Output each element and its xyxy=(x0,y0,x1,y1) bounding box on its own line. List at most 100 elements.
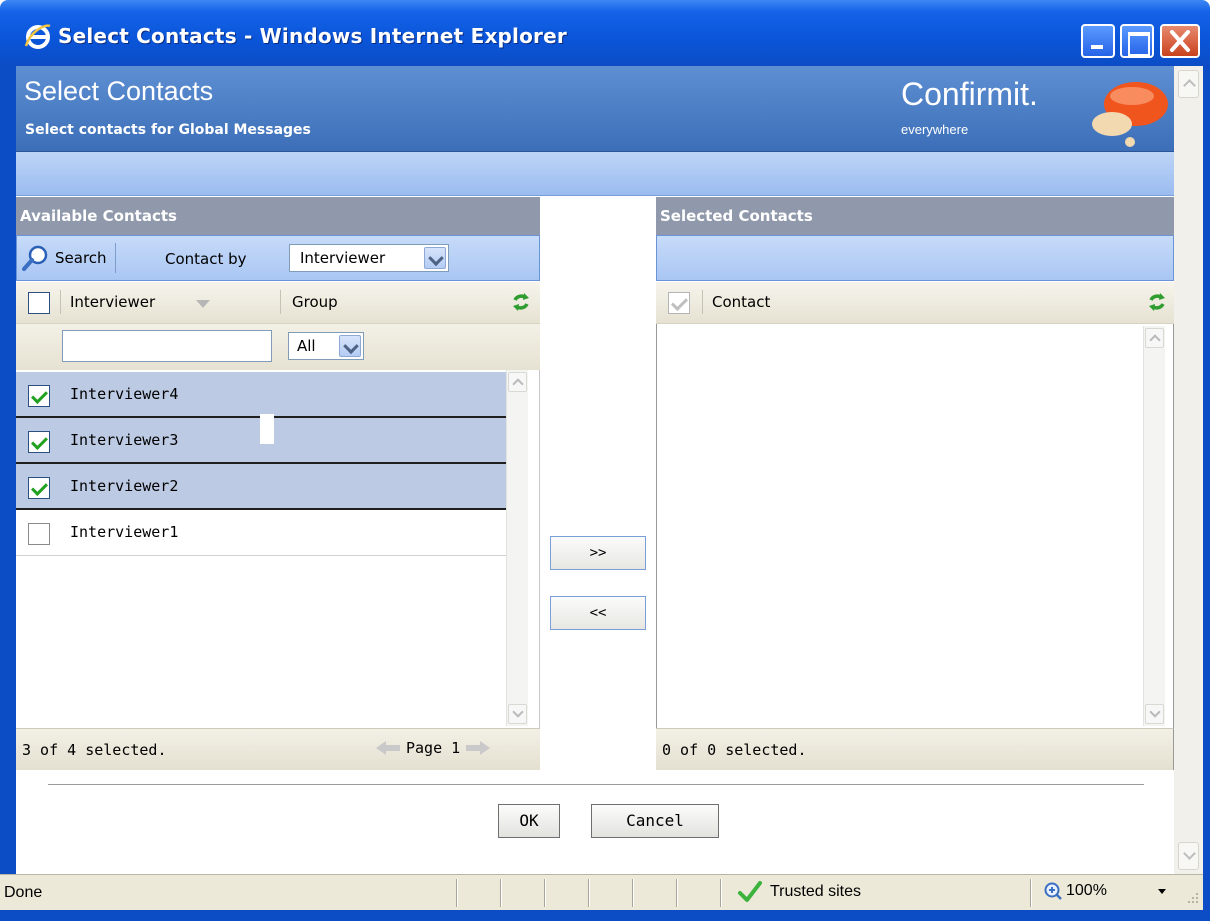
search-icon xyxy=(22,245,48,271)
column-separator xyxy=(702,290,703,314)
available-contacts-list: Interviewer4 Interviewer3 Interviewer2 I… xyxy=(16,370,540,728)
select-all-checkbox[interactable] xyxy=(28,292,50,314)
status-separator xyxy=(1030,879,1032,907)
row-checkbox[interactable] xyxy=(28,431,50,453)
row-checkbox[interactable] xyxy=(28,523,50,545)
status-separator xyxy=(456,879,458,907)
zoom-dropdown-icon[interactable] xyxy=(1158,889,1166,894)
maximize-button[interactable] xyxy=(1120,24,1154,58)
resize-grip-icon[interactable] xyxy=(1184,889,1200,905)
list-item[interactable]: Interviewer2 xyxy=(16,464,506,510)
row-label: Interviewer1 xyxy=(70,523,179,541)
status-separator xyxy=(544,879,546,907)
scroll-up-arrow-icon[interactable] xyxy=(1145,328,1164,348)
chevron-down-icon[interactable] xyxy=(424,247,446,269)
row-label: Interviewer3 xyxy=(70,431,179,449)
available-grid-header: Interviewer Group xyxy=(16,282,540,324)
browser-status-bar: Done Trusted sites 100% xyxy=(0,874,1203,910)
contact-by-label: Contact by xyxy=(165,250,247,268)
selected-status-bar: 0 of 0 selected. xyxy=(656,728,1174,770)
scroll-down-arrow-icon[interactable] xyxy=(1145,704,1164,724)
ok-button[interactable]: OK xyxy=(498,804,560,838)
available-contacts-heading: Available Contacts xyxy=(16,197,540,235)
available-list-scrollbar[interactable] xyxy=(506,370,528,726)
contact-by-value: Interviewer xyxy=(300,249,386,267)
zoom-icon xyxy=(1044,882,1062,900)
previous-page-arrow-icon[interactable] xyxy=(376,741,400,755)
selected-contacts-list xyxy=(656,324,1174,728)
close-icon xyxy=(1170,30,1190,52)
page-label: Page 1 xyxy=(406,739,461,757)
column-contact[interactable]: Contact xyxy=(712,293,770,311)
window-frame-right xyxy=(1203,66,1210,910)
group-filter-value: All xyxy=(297,337,316,355)
contact-by-select[interactable]: Interviewer xyxy=(289,244,449,272)
chevron-down-icon[interactable] xyxy=(339,335,361,357)
selected-selection-count: 0 of 0 selected. xyxy=(662,741,807,759)
selected-list-scrollbar[interactable] xyxy=(1143,326,1165,726)
sort-arrow-icon[interactable] xyxy=(196,300,210,308)
page-header: Select Contacts Select contacts for Glob… xyxy=(16,66,1174,152)
add-selected-button[interactable]: >> xyxy=(550,536,646,570)
security-zone[interactable]: Trusted sites xyxy=(738,881,861,903)
window-titlebar[interactable]: Select Contacts - Windows Internet Explo… xyxy=(0,0,1210,66)
row-checkbox[interactable] xyxy=(28,477,50,499)
available-status-bar: 3 of 4 selected. Page 1 xyxy=(16,728,540,770)
scroll-up-arrow-icon[interactable] xyxy=(1178,70,1199,98)
scroll-up-arrow-icon[interactable] xyxy=(508,372,527,392)
column-separator xyxy=(60,290,61,314)
column-group[interactable]: Group xyxy=(292,293,338,311)
logo-tagline: everywhere xyxy=(901,122,969,137)
zoom-control[interactable]: 100% xyxy=(1044,882,1107,900)
pager: Page 1 xyxy=(376,739,491,757)
zoom-level: 100% xyxy=(1066,882,1107,899)
refresh-icon[interactable] xyxy=(512,292,530,312)
remove-selected-button[interactable]: << xyxy=(550,596,646,630)
status-separator xyxy=(588,879,590,907)
page-subtitle: Select contacts for Global Messages xyxy=(25,122,311,138)
status-separator xyxy=(720,879,722,907)
row-label: Interviewer4 xyxy=(70,385,179,403)
filter-row: All xyxy=(16,324,540,370)
list-item[interactable]: Interviewer4 xyxy=(16,372,506,418)
interviewer-filter-input[interactable] xyxy=(62,330,272,362)
window-frame-left xyxy=(0,66,16,910)
dialog-page: Select Contacts Select contacts for Glob… xyxy=(16,66,1174,874)
status-separator xyxy=(676,879,678,907)
text-cursor xyxy=(260,414,274,444)
status-separator xyxy=(500,879,502,907)
available-selection-count: 3 of 4 selected. xyxy=(22,741,167,759)
row-checkbox[interactable] xyxy=(28,385,50,407)
select-all-selected-checkbox[interactable] xyxy=(668,292,690,314)
cancel-button[interactable]: Cancel xyxy=(591,804,719,838)
close-button[interactable] xyxy=(1160,24,1200,58)
row-label: Interviewer2 xyxy=(70,477,179,495)
column-separator xyxy=(280,290,281,314)
selected-toolbar xyxy=(656,235,1174,281)
next-page-arrow-icon[interactable] xyxy=(466,741,491,755)
window-title: Select Contacts - Windows Internet Explo… xyxy=(58,24,567,48)
available-toolbar: Search Contact by Interviewer xyxy=(16,235,540,281)
minimize-button[interactable] xyxy=(1081,24,1115,58)
selected-grid-header: Contact xyxy=(656,282,1174,324)
group-filter-select[interactable]: All xyxy=(288,332,364,360)
internet-explorer-icon xyxy=(24,24,51,49)
page-scrollbar[interactable] xyxy=(1174,66,1203,874)
selected-contacts-heading: Selected Contacts xyxy=(656,197,1174,235)
search-label: Search xyxy=(55,249,107,267)
confirmit-logo-icon xyxy=(1092,82,1168,147)
divider xyxy=(48,784,1144,786)
scroll-down-arrow-icon[interactable] xyxy=(1178,842,1199,870)
list-item[interactable]: Interviewer1 xyxy=(16,510,506,556)
search-button[interactable]: Search xyxy=(21,243,116,273)
window-frame-bottom xyxy=(0,910,1210,921)
security-zone-label: Trusted sites xyxy=(770,883,861,900)
status-text: Done xyxy=(4,884,43,901)
logo-text: Confirmit. xyxy=(901,76,1038,112)
scroll-down-arrow-icon[interactable] xyxy=(508,704,527,724)
header-toolbar xyxy=(16,152,1174,196)
refresh-icon[interactable] xyxy=(1148,292,1166,312)
column-interviewer[interactable]: Interviewer xyxy=(70,293,155,311)
page-title: Select Contacts xyxy=(24,76,214,106)
status-separator xyxy=(632,879,634,907)
